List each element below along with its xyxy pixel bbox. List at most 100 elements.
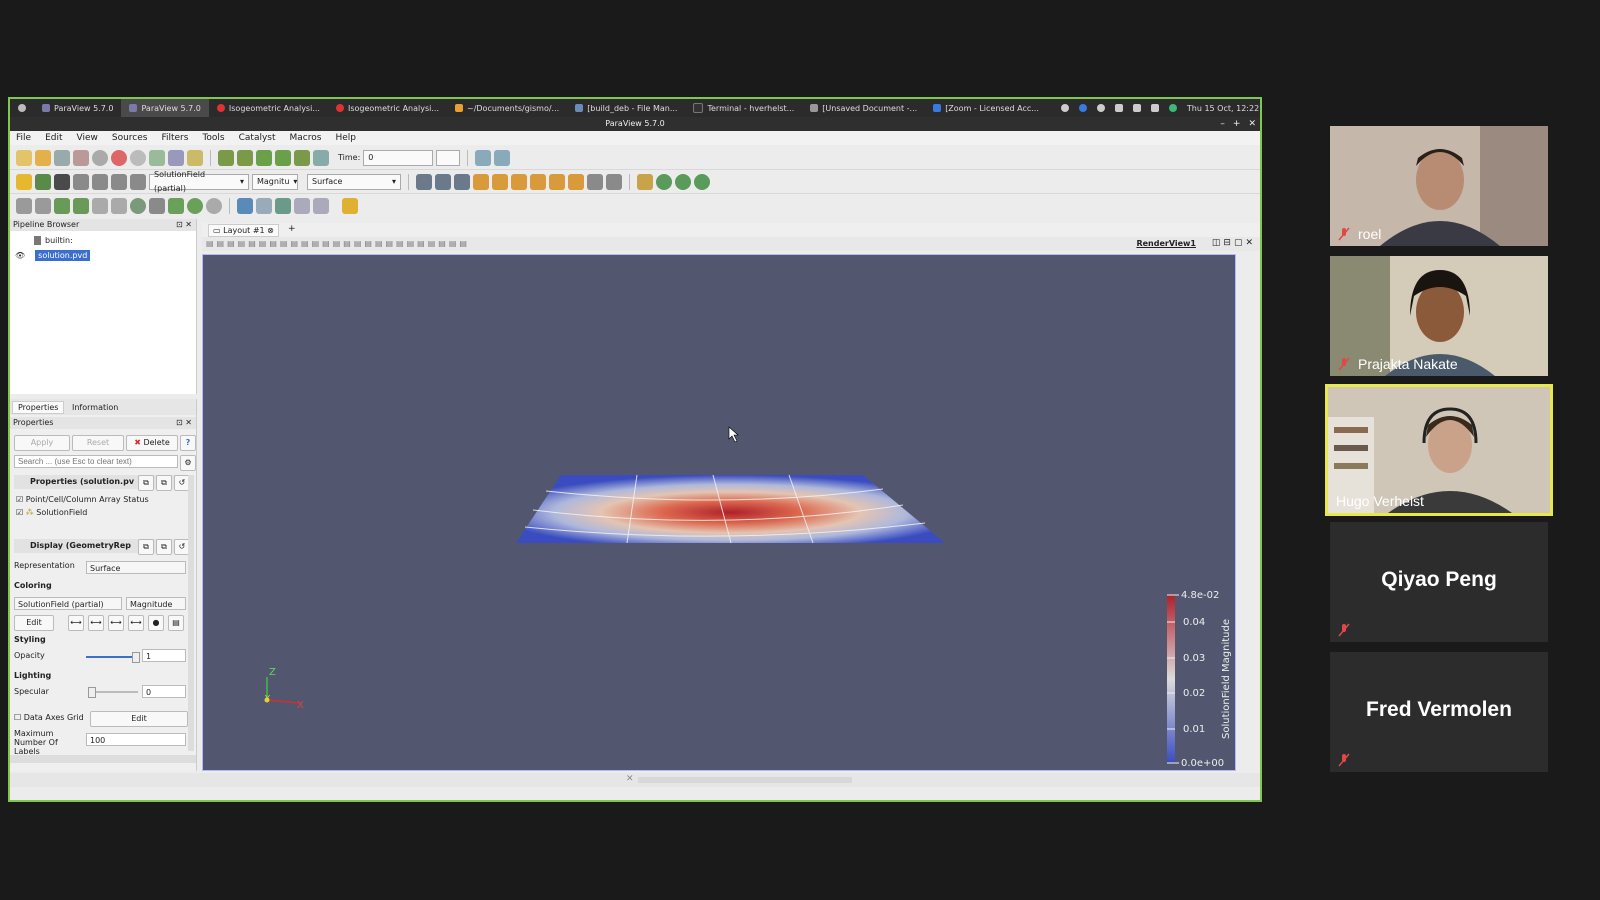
battery-icon[interactable] bbox=[1132, 104, 1141, 112]
pipeline-item-builtin[interactable]: builtin: bbox=[34, 236, 73, 245]
connect-icon[interactable] bbox=[92, 149, 108, 166]
taskbar-item-active[interactable]: ParaView 5.7.0 bbox=[121, 99, 209, 117]
threshold-icon[interactable] bbox=[92, 198, 108, 214]
rescale-icon[interactable]: ⟷ bbox=[68, 615, 84, 631]
axes-grid-row[interactable]: ☐ Data Axes Grid bbox=[14, 713, 84, 722]
representation-select[interactable]: Surface ▾ bbox=[307, 173, 401, 190]
view-name[interactable]: RenderView1 bbox=[1136, 239, 1196, 248]
rotate-minus-90-icon[interactable] bbox=[606, 173, 622, 190]
slice-icon[interactable] bbox=[73, 198, 89, 214]
time-step-spinner[interactable] bbox=[436, 149, 461, 166]
rescale-custom-icon[interactable] bbox=[73, 173, 89, 190]
stream-tracer-icon[interactable] bbox=[149, 198, 165, 214]
component-select[interactable]: Magnitu ▾ bbox=[252, 173, 298, 190]
rescale-custom-icon[interactable]: ⟷ bbox=[88, 615, 104, 631]
specular-slider-handle[interactable] bbox=[88, 687, 96, 698]
representation-field[interactable]: Surface bbox=[86, 561, 186, 574]
group-datasets-icon[interactable] bbox=[187, 198, 203, 214]
view-split-icon[interactable]: ◫⊟▢✕ bbox=[1212, 238, 1256, 248]
menu-sources[interactable]: Sources bbox=[112, 131, 148, 145]
camera-undo-icon[interactable] bbox=[168, 149, 184, 166]
participant-tile[interactable]: Prajakta Nakate bbox=[1330, 256, 1548, 376]
reset-camera-icon[interactable] bbox=[416, 173, 432, 190]
taskbar-item[interactable]: ~/Documents/gismo/... bbox=[447, 99, 567, 117]
participant-tile[interactable]: Qiyao Peng bbox=[1330, 522, 1548, 642]
maximize-icon[interactable]: + bbox=[1233, 117, 1241, 131]
coloring-component-field[interactable]: Magnitude bbox=[126, 597, 186, 610]
participant-tile-active-speaker[interactable]: Hugo Verhelst bbox=[1325, 384, 1553, 516]
tab-layout[interactable]: ▭ Layout #1 ⊗ bbox=[208, 224, 279, 237]
python-icon[interactable] bbox=[187, 149, 203, 166]
paste-icon[interactable]: ⧉ bbox=[156, 539, 172, 555]
ruler-icon[interactable] bbox=[342, 198, 358, 214]
play-icon[interactable] bbox=[256, 149, 272, 166]
annotate-icon[interactable] bbox=[313, 198, 329, 214]
paste-icon[interactable]: ⧉ bbox=[156, 475, 172, 491]
gear-icon[interactable]: ⚙ bbox=[180, 455, 196, 471]
colormap-presets-icon[interactable]: ▤ bbox=[168, 615, 184, 631]
undo-icon[interactable] bbox=[111, 149, 127, 166]
zoom-to-data-icon[interactable] bbox=[435, 173, 451, 190]
first-frame-icon[interactable] bbox=[218, 149, 234, 166]
colormap-editor-icon[interactable] bbox=[35, 173, 51, 190]
volume-icon[interactable] bbox=[1150, 104, 1159, 112]
rescale-time-icon[interactable] bbox=[92, 173, 108, 190]
open-icon[interactable] bbox=[16, 149, 32, 166]
zoom-to-box-icon[interactable] bbox=[454, 173, 470, 190]
calculator-icon[interactable] bbox=[16, 198, 32, 214]
network-icon[interactable] bbox=[1114, 104, 1123, 112]
rescale-visible-icon[interactable]: ⟷ bbox=[128, 615, 144, 631]
extract-subset-icon[interactable] bbox=[111, 198, 127, 214]
close-icon[interactable]: ✕ bbox=[1248, 117, 1256, 131]
minimize-icon[interactable]: – bbox=[1220, 117, 1225, 131]
checkbox-icon[interactable]: ☐ bbox=[14, 713, 21, 722]
time-input[interactable]: 0 bbox=[363, 149, 434, 166]
opacity-slider-handle[interactable] bbox=[132, 652, 140, 663]
rotate-90-icon[interactable] bbox=[587, 173, 603, 190]
participant-tile[interactable]: Fred Vermolen bbox=[1330, 652, 1548, 772]
histogram-icon[interactable] bbox=[256, 198, 272, 214]
tab-information[interactable]: Information bbox=[68, 402, 122, 413]
glyph-icon[interactable] bbox=[130, 198, 146, 214]
reset-session-icon[interactable] bbox=[149, 149, 165, 166]
delete-button[interactable]: ✖ Delete bbox=[126, 435, 178, 451]
open-recent-icon[interactable] bbox=[35, 149, 51, 166]
view-minus-z-icon[interactable] bbox=[568, 173, 584, 190]
apply-button[interactable]: Apply bbox=[14, 435, 70, 451]
reset-button[interactable]: Reset bbox=[72, 435, 124, 451]
save-state-icon[interactable] bbox=[73, 149, 89, 166]
plot-data-icon[interactable] bbox=[237, 198, 253, 214]
color-legend-icon[interactable]: ● bbox=[148, 615, 164, 631]
bluetooth-icon[interactable] bbox=[1060, 104, 1069, 112]
clock[interactable]: Thu 15 Oct, 12:22 bbox=[1187, 104, 1259, 113]
array-row[interactable]: ☑ ⁂ SolutionField bbox=[16, 508, 87, 517]
pipeline-item-solution[interactable]: 👁 solution.pvd bbox=[15, 250, 91, 261]
select-points-icon[interactable] bbox=[675, 173, 691, 190]
vertical-scrollbar[interactable] bbox=[188, 475, 194, 751]
specular-input[interactable]: 0 bbox=[142, 685, 186, 698]
menu-tools[interactable]: Tools bbox=[202, 131, 224, 145]
eye-icon[interactable]: 👁 bbox=[15, 251, 25, 260]
taskbar-item[interactable]: [Unsaved Document -... bbox=[802, 99, 925, 117]
taskbar-item[interactable]: ParaView 5.7.0 bbox=[34, 99, 121, 117]
opacity-slider[interactable] bbox=[86, 656, 134, 658]
query-icon[interactable] bbox=[494, 149, 511, 166]
search-input[interactable] bbox=[14, 455, 178, 468]
taskbar-menu[interactable] bbox=[10, 99, 34, 117]
array-status-row[interactable]: ☑ Point/Cell/Column Array Status bbox=[16, 495, 149, 504]
specular-slider[interactable] bbox=[90, 691, 138, 693]
menu-help[interactable]: Help bbox=[335, 131, 356, 145]
opacity-input[interactable]: 1 bbox=[142, 649, 186, 662]
menu-filters[interactable]: Filters bbox=[161, 131, 188, 145]
copy-icon[interactable]: ⧉ bbox=[138, 539, 154, 555]
checkbox-icon[interactable]: ☑ bbox=[16, 495, 23, 504]
select-block-icon[interactable] bbox=[694, 173, 710, 190]
color-by-select[interactable]: SolutionField (partial) ▾ bbox=[149, 170, 249, 193]
close-icon[interactable]: ✕ bbox=[626, 774, 634, 784]
render-view[interactable]: Z Y X 4.8e-02 0.04 0.03 0.02 0.01 0.0e+0… bbox=[202, 254, 1236, 771]
next-frame-icon[interactable] bbox=[275, 149, 291, 166]
close-icon[interactable]: ⊡ ✕ bbox=[176, 417, 192, 429]
rescale-icon[interactable] bbox=[54, 173, 70, 190]
view-plus-y-icon[interactable] bbox=[511, 173, 527, 190]
view-tools-icon[interactable]: ▤▤▤▤▤▤▤▤▤▤▤▤▤▤▤▤▤▤▤▤▤▤▤▤▤ bbox=[206, 239, 470, 248]
